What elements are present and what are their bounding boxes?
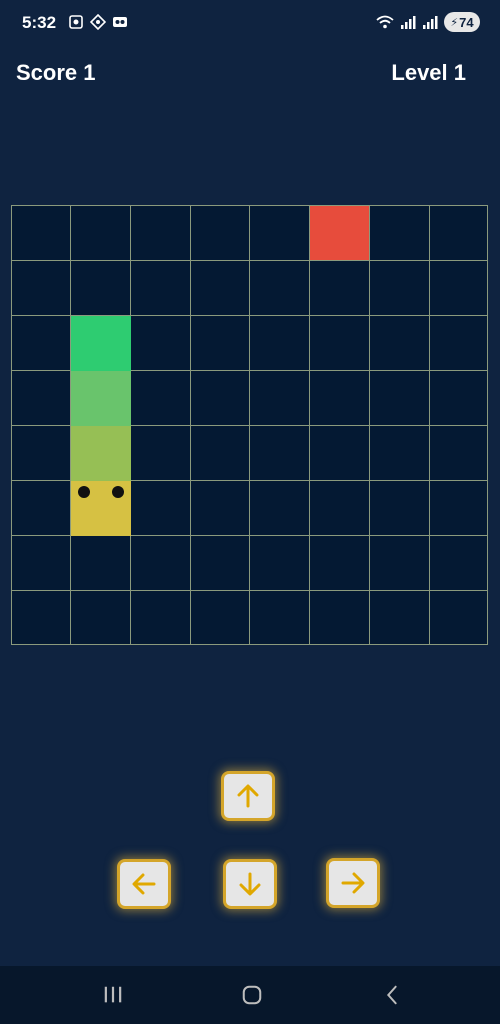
board-cell [430,426,488,481]
snake-segment [71,371,131,426]
charging-bolt-icon: ⚡ [450,16,459,29]
board-cell [71,536,131,591]
arrow-up-icon [237,784,259,808]
arrow-right-icon [341,872,365,894]
board-cell [310,591,370,645]
board-cell [191,481,250,536]
arrow-down-icon [239,872,261,896]
board-cell [250,371,310,426]
arrow-left-icon [132,873,156,895]
status-system-icons: ⚡ 74 [376,12,480,32]
board-cell [430,591,488,645]
board-cell [131,371,191,426]
board-cell [191,316,250,371]
snake-segment [71,426,131,481]
board-cell [370,261,430,316]
snake-eye-left [78,486,90,498]
board-cell [430,206,488,261]
board-cell [310,371,370,426]
board-cell [12,536,71,591]
recent-apps-icon [104,986,122,1003]
status-bar: 5:32 ⚡ 74 [0,0,500,48]
battery-level: 74 [459,14,474,30]
recent-apps-button[interactable] [101,983,125,1007]
board-cell [370,481,430,536]
board-cell [250,591,310,645]
board-cell [310,481,370,536]
food-tile [310,206,370,261]
signal-icon-2 [423,16,438,29]
board-cell [430,481,488,536]
board-cell [191,591,250,645]
snake-eye-right [112,486,124,498]
board-cell [310,536,370,591]
board-cell [250,206,310,261]
board-cell [430,536,488,591]
board-cell [430,261,488,316]
board-cell [131,316,191,371]
status-time: 5:32 [22,13,57,32]
back-icon [386,985,397,1005]
game-board[interactable] [11,205,488,645]
board-cell [250,426,310,481]
board-cell [370,536,430,591]
board-cell [191,206,250,261]
board-cell [71,206,131,261]
board-cell [12,371,71,426]
board-cell [131,206,191,261]
board-cell [71,591,131,645]
down-button[interactable] [223,859,277,909]
voicemail-icon [113,17,127,27]
board-cell [71,261,131,316]
board-cell [370,591,430,645]
board-cell [131,481,191,536]
board-cell [310,426,370,481]
level-label: Level 1 [391,60,466,85]
snake-segment [71,316,131,371]
board-cell [250,481,310,536]
board-cell [12,481,71,536]
board-cell [12,316,71,371]
game-hud: Score 1 Level 1 [0,60,500,90]
board-cell [250,536,310,591]
board-cell [12,426,71,481]
settings-diamond-icon [90,14,106,30]
back-button[interactable] [380,983,404,1007]
score-label: Score 1 [16,60,96,85]
right-button[interactable] [326,858,380,908]
snake-head [71,481,131,536]
left-button[interactable] [117,859,171,909]
up-button[interactable] [221,771,275,821]
board-cell [191,426,250,481]
board-cell [191,536,250,591]
board-cell [131,591,191,645]
board-cell [12,591,71,645]
system-nav-bar [0,966,500,1024]
board-cell [191,261,250,316]
home-icon [242,985,262,1005]
home-button[interactable] [240,983,264,1007]
board-cell [250,261,310,316]
board-cell [370,426,430,481]
battery-indicator: ⚡ 74 [444,12,480,32]
board-cell [131,426,191,481]
status-notification-icons [68,14,128,30]
screenshot-icon [69,15,83,29]
board-cell [310,316,370,371]
board-cell [430,316,488,371]
board-cell [370,316,430,371]
board-cell [370,371,430,426]
signal-icon [401,16,416,29]
board-cell [191,371,250,426]
board-cell [12,261,71,316]
board-cell [430,371,488,426]
board-cell [310,261,370,316]
board-cell [131,536,191,591]
board-cell [131,261,191,316]
board-cell [250,316,310,371]
board-cell [12,206,71,261]
board-cell [370,206,430,261]
wifi-icon [376,15,394,29]
